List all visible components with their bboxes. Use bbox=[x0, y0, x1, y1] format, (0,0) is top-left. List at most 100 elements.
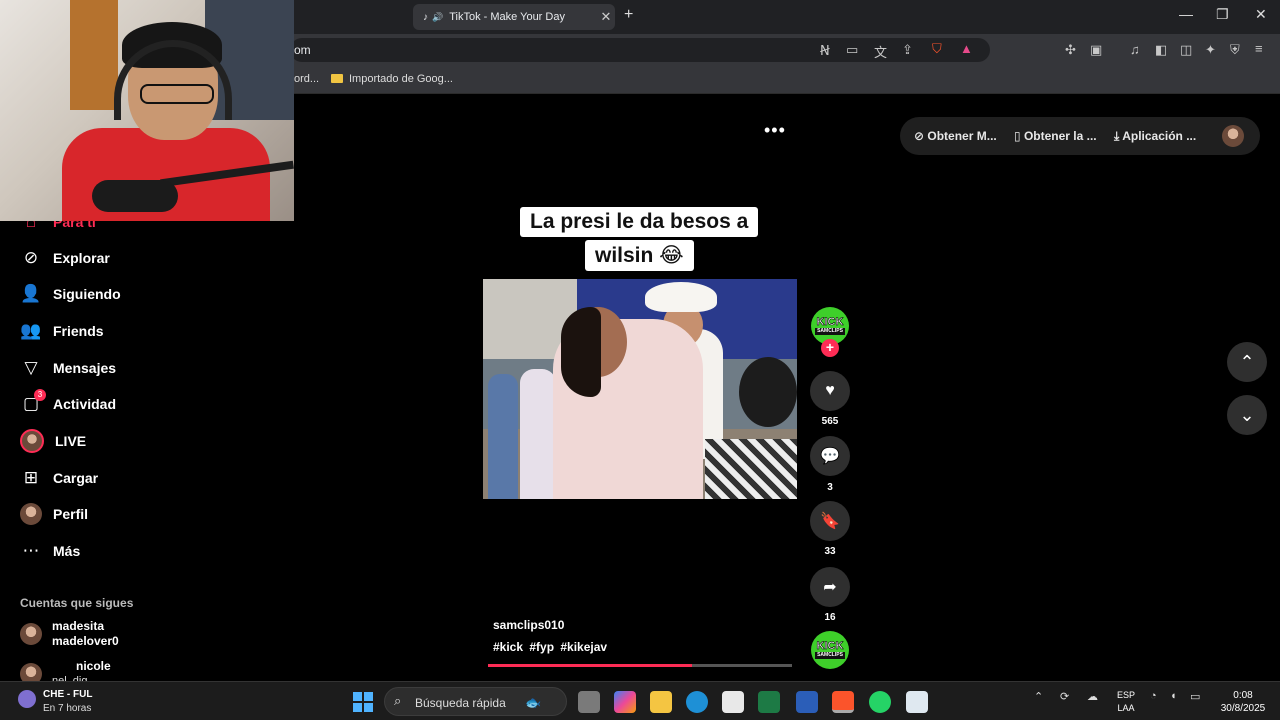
glasses-icon bbox=[140, 84, 214, 104]
task-view-icon[interactable] bbox=[578, 691, 600, 713]
comment-icon: 💬 bbox=[820, 448, 840, 465]
user-follow-icon: 👤 bbox=[20, 284, 42, 303]
app-icon[interactable] bbox=[906, 691, 928, 713]
close-window-button[interactable]: ✕ bbox=[1255, 6, 1267, 23]
volume-icon[interactable]: ◖ bbox=[1170, 690, 1177, 702]
media-icon[interactable]: ♫ bbox=[1130, 42, 1140, 57]
user-avatar[interactable] bbox=[1222, 125, 1244, 147]
get-coins-button[interactable]: ⊘ Obtener M... bbox=[914, 129, 997, 143]
video-author[interactable]: samclips010 bbox=[493, 618, 564, 632]
desktop-app-button[interactable]: ⤓ Aplicación ... bbox=[1114, 129, 1196, 144]
nav-item-perfil[interactable]: Perfil bbox=[20, 501, 88, 527]
nav-item-mas[interactable]: ⋯ Más bbox=[20, 538, 81, 564]
chevron-down-icon: ⌄ bbox=[1239, 404, 1255, 425]
brave-rewards-icon[interactable]: ▲ bbox=[960, 41, 973, 56]
upload-icon: ⊞ bbox=[23, 468, 39, 487]
word-icon[interactable] bbox=[796, 691, 818, 713]
wifi-icon[interactable]: ◔ bbox=[1150, 690, 1157, 702]
nav-item-friends[interactable]: 👥 Friends bbox=[20, 318, 103, 344]
tab-search-icon[interactable]: ▣ bbox=[1090, 42, 1102, 58]
system-clock[interactable]: 0:08 30/8/2025 bbox=[1218, 689, 1268, 715]
weather-title[interactable]: CHE - FUL bbox=[43, 689, 92, 700]
following-account[interactable]: nicole nel_dig bbox=[20, 659, 111, 681]
share-arrow-icon: ➦ bbox=[823, 579, 837, 596]
following-title: Cuentas que sigues bbox=[20, 596, 134, 610]
new-tab-button[interactable]: + bbox=[624, 6, 633, 24]
follow-plus-button[interactable]: + bbox=[821, 339, 839, 357]
next-video-button[interactable]: ⌄ bbox=[1227, 395, 1267, 435]
nav-item-live[interactable]: LIVE bbox=[20, 428, 86, 454]
wallet-icon[interactable]: ◫ bbox=[1180, 42, 1192, 58]
video-hat bbox=[645, 282, 717, 312]
tray-overflow-icon[interactable]: ⌃ bbox=[1034, 690, 1043, 703]
bookmark-item[interactable]: ord... bbox=[294, 73, 319, 85]
nav-item-siguiendo[interactable]: 👤 Siguiendo bbox=[20, 281, 120, 307]
nav-item-explorar[interactable]: ⊘ Explorar bbox=[20, 245, 110, 271]
brave-shield-icon[interactable]: ⛉ bbox=[932, 41, 942, 57]
edge-icon[interactable] bbox=[686, 691, 708, 713]
excel-icon[interactable] bbox=[758, 691, 780, 713]
menu-icon[interactable]: ≡ bbox=[1255, 41, 1263, 56]
language-indicator[interactable]: ESP LAA bbox=[1114, 689, 1138, 715]
sound-disc-avatar[interactable]: KICK SAMCLIPS bbox=[811, 631, 849, 669]
share-button[interactable]: ➦ bbox=[810, 567, 850, 607]
video-child bbox=[488, 374, 518, 499]
nav-label: LIVE bbox=[55, 433, 87, 449]
bookmark-folder-label: Importado de Goog... bbox=[349, 73, 453, 85]
video-child bbox=[520, 369, 556, 499]
sync-icon[interactable]: ⟳ bbox=[1060, 690, 1069, 703]
search-highlight-icon: 🐟 bbox=[525, 695, 542, 710]
speaker-icon[interactable]: 🔊 bbox=[432, 12, 443, 23]
video-boy bbox=[705, 439, 797, 499]
bookmark-folder-imported[interactable]: Importado de Goog... bbox=[331, 73, 453, 85]
tab-close-icon[interactable]: ✕ bbox=[597, 9, 615, 25]
maximize-button[interactable]: ❐ bbox=[1216, 6, 1229, 23]
account-handle: nel_dig bbox=[52, 675, 88, 681]
taskbar-search[interactable]: ⌕ Búsqueda rápida 🐟 bbox=[384, 687, 567, 716]
nav-item-actividad[interactable]: ▢ 3 Actividad bbox=[20, 389, 116, 417]
friends-icon: 👥 bbox=[20, 321, 42, 340]
store-icon[interactable] bbox=[722, 691, 744, 713]
more-icon: ⋯ bbox=[22, 541, 40, 560]
video-hashtags[interactable]: #kick #fyp #kikejav bbox=[493, 640, 607, 654]
profile-avatar bbox=[20, 503, 42, 525]
video-progress-bar[interactable] bbox=[488, 664, 792, 667]
share-count: 16 bbox=[824, 612, 836, 623]
nav-item-cargar[interactable]: ⊞ Cargar bbox=[20, 465, 98, 491]
reader-icon[interactable]: Ꞥ bbox=[820, 43, 830, 59]
nav-item-mensajes[interactable]: ▽ Mensajes bbox=[20, 355, 116, 381]
start-button[interactable] bbox=[353, 692, 373, 712]
following-account[interactable]: madesita madelover0 bbox=[20, 619, 119, 649]
vpn-icon[interactable]: ⛨ bbox=[1230, 42, 1240, 58]
previous-video-button[interactable]: ⌃ bbox=[1227, 342, 1267, 382]
nav-label: Explorar bbox=[53, 250, 110, 266]
save-button[interactable]: 🔖 bbox=[810, 501, 850, 541]
folder-icon bbox=[331, 74, 343, 83]
sidebar-toggle-icon[interactable]: ◧ bbox=[1155, 42, 1167, 58]
video-woman-hair bbox=[561, 307, 601, 397]
minimize-button[interactable]: — bbox=[1179, 6, 1193, 22]
more-options-icon[interactable]: ••• bbox=[764, 120, 786, 141]
battery-icon[interactable]: ▭ bbox=[1190, 690, 1200, 703]
desktop-app-label: Aplicación ... bbox=[1122, 129, 1197, 143]
avatar bbox=[20, 623, 42, 645]
like-button[interactable]: ♥ bbox=[810, 371, 850, 411]
cast-icon[interactable]: ▭ bbox=[846, 42, 858, 58]
video-player[interactable] bbox=[483, 279, 797, 499]
get-app-button[interactable]: ▯ Obtener la ... bbox=[1014, 129, 1097, 143]
copilot-icon[interactable] bbox=[614, 691, 636, 713]
whatsapp-icon[interactable] bbox=[869, 691, 891, 713]
comment-button[interactable]: 💬 bbox=[810, 436, 850, 476]
cloud-icon[interactable]: ☁ bbox=[1087, 690, 1098, 703]
tab-title: TikTok - Make Your Day bbox=[449, 11, 565, 23]
brave-browser-icon[interactable] bbox=[832, 691, 854, 713]
leo-ai-icon[interactable]: ✦ bbox=[1205, 42, 1216, 58]
share-icon[interactable]: ⇪ bbox=[902, 42, 913, 58]
browser-tab-tiktok[interactable]: ♪ 🔊 TikTok - Make Your Day ✕ bbox=[413, 4, 615, 30]
nav-item-para-ti[interactable]: ⌂ Para ti bbox=[20, 221, 96, 235]
extensions-icon[interactable]: ✣ bbox=[1065, 42, 1076, 58]
weather-icon[interactable] bbox=[18, 690, 36, 708]
translate-icon[interactable]: 文 bbox=[874, 42, 887, 61]
file-explorer-icon[interactable] bbox=[650, 691, 672, 713]
live-avatar bbox=[20, 429, 44, 453]
